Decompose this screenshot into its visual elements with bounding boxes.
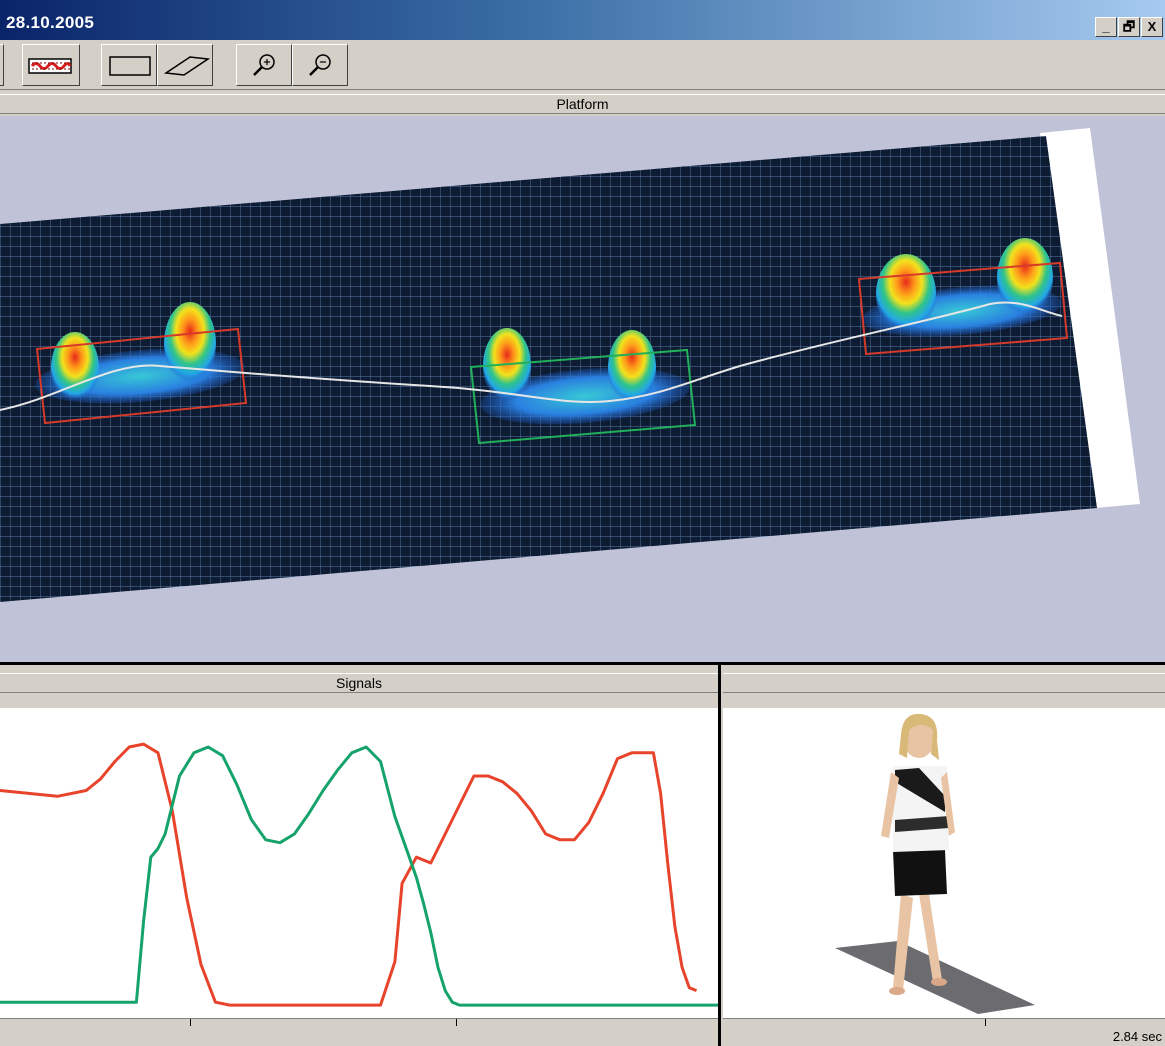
signals-timeline-bar[interactable] [0, 1018, 718, 1046]
window-title: 28.10.2005 [6, 13, 95, 32]
video-panel-header [723, 673, 1165, 693]
pressure-map-icon [28, 58, 72, 74]
timeline-tick [190, 1019, 191, 1026]
signals-chart [0, 742, 718, 1007]
walking-person-video [835, 713, 1035, 1014]
timeline-tick [985, 1019, 986, 1026]
zoom-out-icon [309, 54, 331, 76]
zoom-in-button[interactable] [236, 44, 292, 86]
restore-button[interactable]: 🗗 [1118, 17, 1140, 37]
pressure-platform-render [0, 128, 1140, 602]
signal-series-2 [0, 745, 718, 1007]
signals-panel-header: Signals [0, 673, 718, 693]
toolbar-button-partial[interactable] [0, 44, 4, 86]
title-bar: 28.10.2005 _ 🗗 X [0, 0, 1165, 40]
close-button[interactable]: X [1141, 17, 1163, 37]
horizontal-splitter[interactable] [0, 662, 1165, 665]
minimize-button[interactable]: _ [1095, 17, 1117, 37]
zoom-out-button[interactable] [292, 44, 348, 86]
parallelogram-icon [163, 56, 211, 76]
timeline-tick [456, 1019, 457, 1026]
vertical-splitter[interactable] [718, 665, 721, 1046]
signals-view[interactable] [0, 708, 718, 1018]
zoom-in-icon [253, 54, 275, 76]
signal-series-1 [0, 742, 698, 1007]
time-readout: 2.84 sec [1112, 1029, 1162, 1044]
video-timeline-bar[interactable] [723, 1018, 1165, 1046]
platform-panel-header: Platform [0, 94, 1165, 114]
toolbar [0, 40, 1165, 90]
platform-view[interactable] [0, 116, 1165, 662]
rectangle-select-button[interactable] [101, 44, 157, 86]
rectangle-icon [109, 56, 151, 76]
pressure-map-button[interactable] [22, 44, 80, 86]
parallelogram-select-button[interactable] [157, 44, 213, 86]
video-view[interactable] [723, 708, 1165, 1018]
person-shorts [893, 850, 947, 896]
